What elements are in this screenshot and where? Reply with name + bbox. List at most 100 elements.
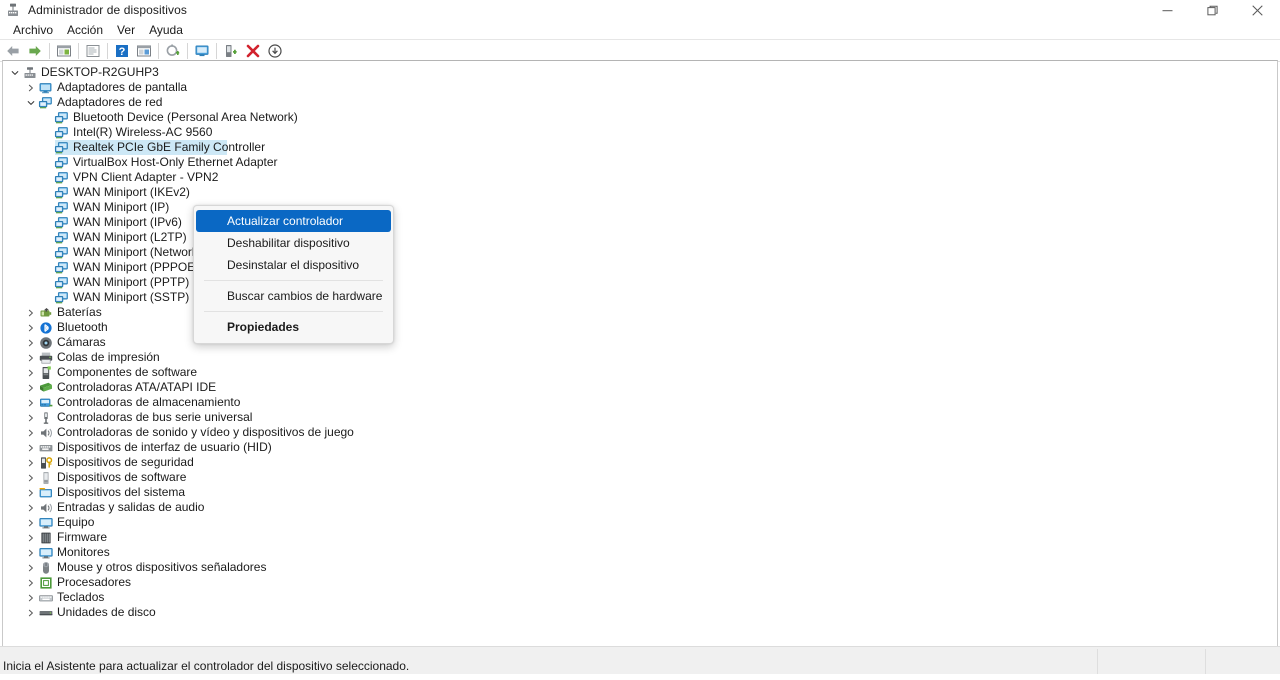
tree-row[interactable]: Adaptadores de red [3,95,1277,110]
chevron-right-icon[interactable] [24,80,38,95]
chevron-right-icon[interactable] [24,545,38,560]
chevron-right-icon[interactable] [24,335,38,350]
menu-ayuda[interactable]: Ayuda [142,22,190,38]
scan-hardware-changes-button[interactable] [191,41,213,61]
context-menu[interactable]: Actualizar controlador Deshabilitar dispo… [193,205,394,344]
tree-row-label: DESKTOP-R2GUHP3 [41,65,159,79]
uninstall-device-button[interactable] [242,41,264,61]
tree-row[interactable]: Mouse y otros dispositivos señaladores [3,560,1277,575]
chevron-right-icon[interactable] [24,470,38,485]
tree-row[interactable]: VirtualBox Host-Only Ethernet Adapter [3,155,1277,170]
tree-row[interactable]: Realtek PCIe GbE Family Controller [3,140,1277,155]
chevron-right-icon[interactable] [24,515,38,530]
show-hide-console-tree-button[interactable] [53,41,75,61]
device-manager-icon [5,2,21,18]
chevron-right-icon[interactable] [24,365,38,380]
chevron-down-icon[interactable] [8,65,22,80]
tree-row[interactable]: Controladoras de almacenamiento [3,395,1277,410]
properties-button[interactable] [82,41,104,61]
tree-row-label: Equipo [57,515,95,529]
chevron-right-icon[interactable] [24,395,38,410]
tree-row[interactable]: VPN Client Adapter - VPN2 [3,170,1277,185]
minimize-button[interactable] [1145,0,1190,20]
storage-controller-icon [38,395,54,410]
svg-text:?: ? [119,46,126,58]
status-message: Inicia el Asistente para actualizar el c… [3,659,410,673]
tree-row-label: WAN Miniport (SSTP) [73,290,190,304]
chevron-right-icon[interactable] [24,350,38,365]
chevron-right-icon[interactable] [24,455,38,470]
tree-row[interactable]: Dispositivos de seguridad [3,455,1277,470]
tree-row[interactable]: Teclados [3,590,1277,605]
close-button[interactable] [1235,0,1280,20]
device-tree-panel[interactable]: DESKTOP-R2GUHP3 Adaptadores de pantalla Ad… [2,60,1278,648]
ctx-properties[interactable]: Propiedades [196,316,391,338]
tree-row-label: Adaptadores de pantalla [57,80,188,94]
tree-row[interactable]: DESKTOP-R2GUHP3 [3,65,1277,80]
console-tree-icon [57,45,71,56]
toolbar-separator [78,42,79,59]
disable-device-button[interactable] [264,41,286,61]
tree-row[interactable]: Monitores [3,545,1277,560]
network-adapter-icon [54,230,70,245]
chevron-right-icon[interactable] [24,440,38,455]
tree-row[interactable]: Dispositivos del sistema [3,485,1277,500]
chevron-down-icon[interactable] [24,95,38,110]
menu-accion[interactable]: Acción [60,22,110,38]
monitor-icon [38,515,54,530]
ctx-uninstall-device[interactable]: Desinstalar el dispositivo [196,254,391,276]
enable-device-icon [226,44,237,57]
enable-device-button[interactable] [220,41,242,61]
tree-row[interactable]: Controladoras ATA/ATAPI IDE [3,380,1277,395]
tree-row[interactable]: Equipo [3,515,1277,530]
chevron-right-icon[interactable] [24,320,38,335]
tree-row[interactable]: Componentes de software [3,365,1277,380]
tree-row[interactable]: Controladoras de sonido y vídeo y dispos… [3,425,1277,440]
chevron-right-icon[interactable] [24,605,38,620]
tree-row[interactable]: Unidades de disco [3,605,1277,620]
forward-button[interactable] [24,41,46,61]
view-button[interactable] [133,41,155,61]
chevron-right-icon[interactable] [24,530,38,545]
menu-ver[interactable]: Ver [110,22,142,38]
tree-row[interactable]: Firmware [3,530,1277,545]
ctx-scan-hardware-changes[interactable]: Buscar cambios de hardware [196,285,391,307]
tree-row-label: WAN Miniport (IPv6) [73,215,182,229]
help-button[interactable]: ? [111,41,133,61]
tree-row[interactable]: Procesadores [3,575,1277,590]
network-adapter-icon [54,125,70,140]
chevron-right-icon[interactable] [24,410,38,425]
ctx-update-driver[interactable]: Actualizar controlador [196,210,391,232]
tree-row-label: Componentes de software [57,365,198,379]
chevron-right-icon[interactable] [24,380,38,395]
chevron-right-icon[interactable] [24,485,38,500]
ctx-disable-device[interactable]: Deshabilitar dispositivo [196,232,391,254]
chevron-right-icon[interactable] [24,575,38,590]
chevron-right-icon[interactable] [24,305,38,320]
tree-row[interactable]: Colas de impresión [3,350,1277,365]
tree-row[interactable]: Controladoras de bus serie universal [3,410,1277,425]
chevron-right-icon[interactable] [24,590,38,605]
back-button[interactable] [2,41,24,61]
tree-row[interactable]: Dispositivos de interfaz de usuario (HID… [3,440,1277,455]
status-divider [1097,649,1098,674]
menu-archivo[interactable]: Archivo [6,22,60,38]
tree-row[interactable]: Entradas y salidas de audio [3,500,1277,515]
maximize-restore-button[interactable] [1190,0,1235,20]
tree-row[interactable]: Intel(R) Wireless-AC 9560 [3,125,1277,140]
tree-row[interactable]: WAN Miniport (IKEv2) [3,185,1277,200]
tree-row-label: Controladoras ATA/ATAPI IDE [57,380,217,394]
tree-row[interactable]: Bluetooth Device (Personal Area Network) [3,110,1277,125]
chevron-right-icon[interactable] [24,500,38,515]
tree-row-label: Monitores [57,545,110,559]
toolbar-separator [49,42,50,59]
update-driver-button[interactable] [162,41,184,61]
tree-row[interactable]: Dispositivos de software [3,470,1277,485]
chevron-right-icon[interactable] [24,560,38,575]
properties-icon [86,44,100,57]
audio-io-icon [38,500,54,515]
usb-controller-icon [38,410,54,425]
network-adapter-icon [54,215,70,230]
tree-row[interactable]: Adaptadores de pantalla [3,80,1277,95]
chevron-right-icon[interactable] [24,425,38,440]
